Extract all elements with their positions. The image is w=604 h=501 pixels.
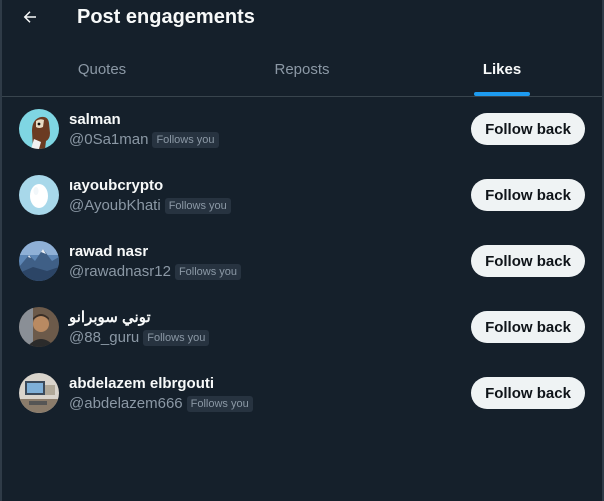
mountain-avatar-icon — [19, 241, 59, 281]
user-handle[interactable]: @88_guru — [69, 329, 139, 347]
user-row[interactable]: توني سوبرانو @88_guru Follows you Follow… — [2, 295, 602, 361]
user-handle[interactable]: @rawadnasr12 — [69, 263, 171, 281]
tab-likes[interactable]: Likes — [402, 43, 602, 96]
avatar[interactable] — [19, 241, 59, 281]
tab-reposts[interactable]: Reposts — [202, 43, 402, 96]
user-row[interactable]: rawad nasr @rawadnasr12 Follows you Foll… — [2, 229, 602, 295]
tab-quotes[interactable]: Quotes — [2, 43, 202, 96]
avatar[interactable] — [19, 373, 59, 413]
user-name[interactable]: rawad nasr — [69, 243, 148, 261]
follow-back-button[interactable]: Follow back — [471, 245, 585, 277]
user-name[interactable]: توني سوبرانو — [69, 309, 151, 327]
tab-label: Quotes — [77, 61, 127, 78]
active-tab-indicator — [474, 92, 530, 96]
user-name[interactable]: ıayoubcrypto — [69, 177, 163, 195]
user-handle[interactable]: @AyoubKhati — [69, 197, 161, 215]
user-handle[interactable]: @0Sa1man — [69, 131, 148, 149]
desk-photo-icon — [19, 373, 59, 413]
user-list: salman @0Sa1man Follows you Follow back … — [2, 97, 602, 427]
user-name[interactable]: abdelazem elbrgouti — [69, 375, 214, 393]
engagements-panel: Post engagements Quotes Reposts Likes sa… — [0, 0, 604, 501]
tab-label: Reposts — [274, 61, 330, 78]
follow-back-button[interactable]: Follow back — [471, 311, 585, 343]
user-row[interactable]: ıayoubcrypto @AyoubKhati Follows you Fol… — [2, 163, 602, 229]
follows-you-badge: Follows you — [143, 330, 210, 346]
follow-back-button[interactable]: Follow back — [471, 377, 585, 409]
back-button[interactable] — [15, 2, 45, 32]
handle-line: @abdelazem666 Follows you — [69, 395, 253, 413]
avatar[interactable] — [19, 175, 59, 215]
avatar[interactable] — [19, 307, 59, 347]
avatar[interactable] — [19, 109, 59, 149]
user-handle[interactable]: @abdelazem666 — [69, 395, 183, 413]
page-title: Post engagements — [77, 6, 255, 28]
follows-you-badge: Follows you — [164, 198, 231, 214]
follows-you-badge: Follows you — [152, 132, 219, 148]
horse-avatar-icon — [19, 109, 59, 149]
header: Post engagements — [2, 0, 602, 36]
person-photo-icon — [19, 307, 59, 347]
tab-bar: Quotes Reposts Likes — [2, 43, 602, 97]
handle-line: @AyoubKhati Follows you — [69, 197, 231, 215]
egg-avatar-icon — [19, 175, 59, 215]
user-row[interactable]: abdelazem elbrgouti @abdelazem666 Follow… — [2, 361, 602, 427]
handle-line: @0Sa1man Follows you — [69, 131, 219, 149]
user-name[interactable]: salman — [69, 111, 121, 129]
follow-back-button[interactable]: Follow back — [471, 179, 585, 211]
arrow-left-icon — [23, 11, 36, 23]
user-row[interactable]: salman @0Sa1man Follows you Follow back — [2, 97, 602, 163]
follow-back-button[interactable]: Follow back — [471, 113, 585, 145]
follows-you-badge: Follows you — [186, 396, 253, 412]
tab-label: Likes — [482, 61, 522, 78]
handle-line: @rawadnasr12 Follows you — [69, 263, 242, 281]
handle-line: @88_guru Follows you — [69, 329, 210, 347]
follows-you-badge: Follows you — [174, 264, 242, 280]
